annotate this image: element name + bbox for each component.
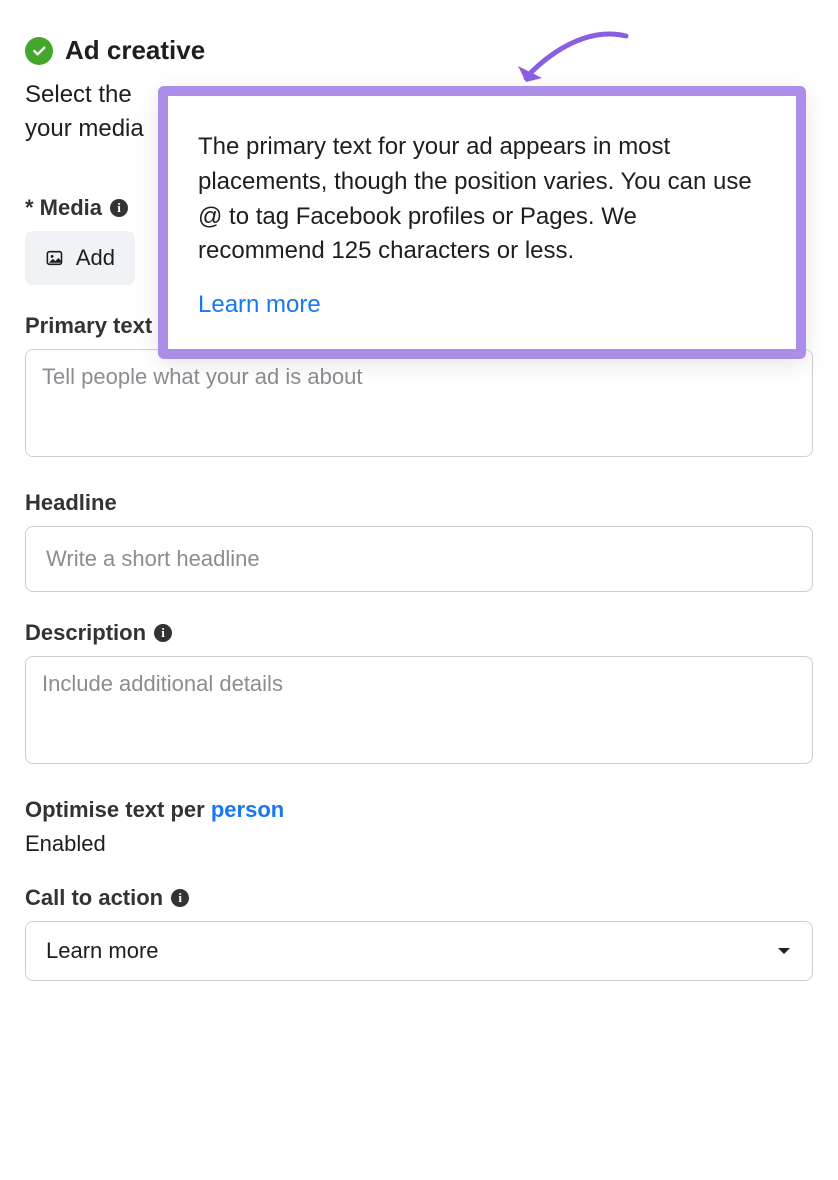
headline-field: Headline [25, 490, 813, 592]
add-media-button[interactable]: Add [25, 231, 135, 285]
callout-arrow-icon [508, 22, 638, 92]
primary-text-label: Primary text [25, 313, 152, 339]
headline-label: Headline [25, 490, 117, 516]
section-description: Select the your media [25, 78, 175, 145]
description-label: Description [25, 620, 146, 646]
tooltip-text: The primary text for your ad appears in … [198, 130, 766, 269]
chevron-down-icon [776, 946, 792, 956]
info-icon[interactable]: i [154, 624, 172, 642]
optimise-person-link[interactable]: person [211, 797, 284, 822]
primary-text-tooltip: The primary text for your ad appears in … [158, 86, 806, 359]
headline-input[interactable] [25, 526, 813, 592]
optimise-field: Optimise text per person Enabled [25, 797, 813, 857]
description-input[interactable] [25, 656, 813, 764]
check-circle-icon [25, 37, 53, 65]
optimise-value: Enabled [25, 831, 813, 857]
section-title: Ad creative [65, 35, 205, 66]
section-header: Ad creative [25, 35, 813, 66]
description-field: Description i [25, 620, 813, 769]
optimise-label-prefix: Optimise text per [25, 797, 211, 822]
optimise-label: Optimise text per person [25, 797, 813, 823]
cta-label: Call to action [25, 885, 163, 911]
cta-field: Call to action i Learn more [25, 885, 813, 981]
info-icon[interactable]: i [110, 199, 128, 217]
cta-selected-value: Learn more [46, 938, 159, 964]
image-icon [45, 246, 64, 270]
add-media-label: Add [76, 245, 115, 271]
media-label: * Media [25, 195, 102, 221]
info-icon[interactable]: i [171, 889, 189, 907]
primary-text-input[interactable] [25, 349, 813, 457]
cta-select[interactable]: Learn more [25, 921, 813, 981]
learn-more-link[interactable]: Learn more [198, 291, 321, 318]
